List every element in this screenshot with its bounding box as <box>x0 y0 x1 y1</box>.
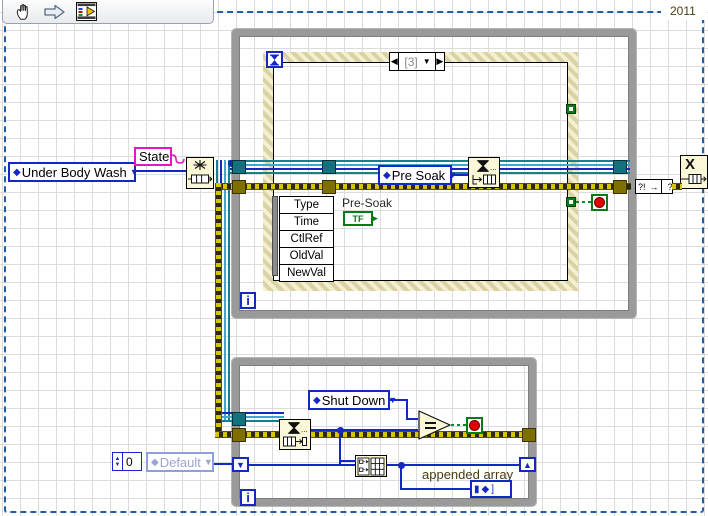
boolean-wire <box>576 201 592 203</box>
version-tag: 2011 <box>670 4 696 18</box>
default-enum-label: Default <box>159 454 201 470</box>
loop-tunnel-cluster-right[interactable] <box>613 160 627 174</box>
connector-pane-icon[interactable] <box>75 2 97 21</box>
diagram-toolbar[interactable] <box>2 0 214 24</box>
build-array-out-wire <box>387 464 520 466</box>
error-wire-bottom <box>215 431 535 438</box>
array-branch-right <box>400 488 472 490</box>
stop-button-terminal-bottom[interactable] <box>466 417 483 434</box>
enum-updown-icon: ◆ <box>383 169 391 181</box>
default-enum-wire <box>214 463 234 465</box>
cluster-wire-down-b <box>224 160 226 422</box>
state-enum-label: Under Body Wash <box>21 164 127 180</box>
svg-text:...: ... <box>490 163 497 172</box>
loop-tunnel-error-mid[interactable] <box>322 180 336 194</box>
release-queue-node[interactable]: X <box>680 155 708 189</box>
state-enum-control[interactable]: ◆ Under Body Wash ▼ <box>8 162 139 182</box>
build-array-node[interactable] <box>355 455 387 477</box>
event-case-selector[interactable]: ◀ [3] ▼ ▶ <box>389 52 445 71</box>
loop-tunnel-error-right[interactable] <box>613 180 627 194</box>
bottom-loop-tunnel-error-left[interactable] <box>232 428 246 442</box>
state-label-text: State <box>139 149 170 164</box>
cluster-wire <box>230 160 630 162</box>
default-enum-constant[interactable]: ◆ Default ▼ <box>146 452 214 472</box>
enum-updown-icon: ◆ <box>313 394 321 406</box>
svg-text:...: ... <box>301 425 308 434</box>
bottom-loop-output-tunnel[interactable]: ▲ <box>519 457 536 472</box>
build-array-in-wire <box>339 460 356 462</box>
error-merge-arrow: → <box>649 181 659 192</box>
dequeue-element-node[interactable]: ... <box>279 419 311 450</box>
cluster-wire-down-a <box>228 160 230 422</box>
bottom-loop-tunnel-error-right[interactable] <box>522 428 536 442</box>
loop-tunnel-cluster-left[interactable] <box>232 160 246 174</box>
cluster-wire-bottom-in <box>244 420 284 422</box>
event-data-item: NewVal <box>287 267 326 279</box>
error-wire-vertical <box>215 183 222 438</box>
timeout-terminal[interactable] <box>266 51 283 68</box>
selector-value: [3] <box>404 54 418 69</box>
error-merge-left: ?! <box>638 181 646 192</box>
numeric-constant-value: 0 <box>126 454 133 469</box>
tf-text: TF <box>352 213 364 224</box>
terminal-arrow-icon: ▶ <box>371 213 378 223</box>
error-merge-node[interactable]: ?! → ?! <box>635 179 675 194</box>
enum-updown-icon: ◆ <box>13 166 21 178</box>
shut-down-wire-in <box>406 418 418 420</box>
pre-soak-enum-constant[interactable]: ◆ Pre Soak ▼ <box>378 165 457 185</box>
shut-down-wire-v <box>406 399 408 420</box>
hand-tool-icon[interactable] <box>13 2 35 21</box>
bundle-cluster-node[interactable] <box>186 157 214 189</box>
enqueue-element-node[interactable]: ... <box>468 157 500 188</box>
iteration-terminal-bottom: i <box>240 489 256 506</box>
equal-comparison-node[interactable] <box>418 410 452 440</box>
stop-button-terminal[interactable] <box>591 194 608 211</box>
chevron-down-icon[interactable]: ▼ <box>423 57 435 66</box>
array-index-icon: ▮ <box>474 483 480 495</box>
shut-down-enum-label: Shut Down <box>321 392 386 408</box>
error-wire-to-release <box>672 183 682 190</box>
pre-soak-wire <box>452 174 468 176</box>
state-wire-bottom-in <box>244 412 284 414</box>
tunnel-to-build-array-wire <box>249 464 355 466</box>
pre-soak-enum-label: Pre Soak <box>391 167 446 183</box>
event-data-item: Type <box>280 197 333 214</box>
array-bracket-icon: ] <box>491 483 494 495</box>
appended-array-indicator[interactable]: ▮ ◆ ] <box>470 480 512 498</box>
event-data-item: CtlRef <box>280 231 333 248</box>
bottom-loop-input-tunnel[interactable]: ▼ <box>232 457 249 472</box>
event-data-node-handle[interactable] <box>272 196 278 276</box>
numeric-spinner-icon[interactable]: ▲ ▼ <box>113 453 123 470</box>
array-branch-down <box>400 464 402 490</box>
loop-tunnel-error-left[interactable] <box>232 180 246 194</box>
svg-text:X: X <box>685 156 695 173</box>
shut-down-enum-constant[interactable]: ◆ Shut Down ▼ <box>308 390 397 410</box>
numeric-constant[interactable]: ▲ ▼ 0 <box>112 452 142 471</box>
event-data-node[interactable]: Type Time CtlRef OldVal NewVal <box>279 196 334 282</box>
event-data-item: OldVal <box>280 248 333 265</box>
state-enum-wire <box>136 170 186 172</box>
selector-next-arrow[interactable]: ▶ <box>434 53 444 70</box>
cluster-wire-bottom-in-b <box>244 416 284 418</box>
event-structure-tunnel-green[interactable] <box>566 104 576 114</box>
iteration-terminal-top: i <box>240 292 256 309</box>
array-content-icon: ◆ <box>481 483 490 495</box>
bottom-loop-tunnel-cluster[interactable] <box>232 412 246 426</box>
event-structure-tunnel-green-2[interactable] <box>566 197 576 207</box>
selector-prev-arrow[interactable]: ◀ <box>390 53 400 70</box>
event-data-item: Time <box>280 214 333 231</box>
chevron-down-icon[interactable]: ▼ <box>130 167 139 177</box>
state-label: State <box>134 147 172 166</box>
pre-soak-boolean-terminal[interactable]: TF <box>343 211 373 226</box>
pre-soak-label: Pre-Soak <box>342 196 393 210</box>
chevron-down-icon[interactable]: ▼ <box>204 457 213 467</box>
run-arrow-icon[interactable] <box>44 2 66 21</box>
dequeue-output-wire <box>311 429 418 431</box>
enum-updown-icon: ◆ <box>151 456 159 468</box>
loop-tunnel-cluster-mid[interactable] <box>322 160 336 174</box>
